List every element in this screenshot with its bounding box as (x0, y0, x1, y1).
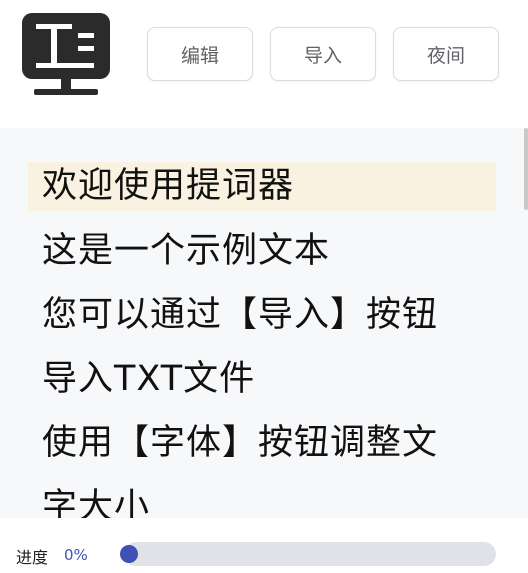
prompter-line: 导入TXT文件 (42, 359, 256, 399)
scrollbar[interactable] (524, 128, 528, 210)
progress-slider-track[interactable] (124, 542, 496, 566)
progress-value: 0% (64, 546, 88, 564)
prompter-line: 您可以通过【导入】按钮 (42, 295, 439, 335)
progress-bar-area: 进度 0% (0, 518, 528, 573)
prompter-line: 使用【字体】按钮调整文 (42, 423, 439, 463)
teleprompter-monitor-icon (22, 13, 110, 95)
prompter-text-area[interactable]: 欢迎使用提词器 这是一个示例文本 您可以通过【导入】按钮 导入TXT文件 使用【… (0, 128, 528, 518)
progress-slider-handle[interactable] (120, 545, 138, 563)
prompter-lines: 欢迎使用提词器 这是一个示例文本 您可以通过【导入】按钮 导入TXT文件 使用【… (28, 162, 496, 518)
progress-label: 进度 (16, 548, 49, 567)
edit-button[interactable]: 编辑 (147, 27, 253, 81)
prompter-line: 字大小 (42, 487, 151, 518)
import-button[interactable]: 导入 (270, 27, 376, 81)
prompter-line-active: 欢迎使用提词器 (28, 162, 496, 211)
prompter-line: 这是一个示例文本 (42, 231, 331, 271)
night-mode-button[interactable]: 夜间 (393, 27, 499, 81)
header: 编辑 导入 夜间 (0, 0, 528, 128)
teleprompter-app: 编辑 导入 夜间 欢迎使用提词器 这是一个示例文本 您可以通过【导入】按钮 导入… (0, 0, 528, 573)
